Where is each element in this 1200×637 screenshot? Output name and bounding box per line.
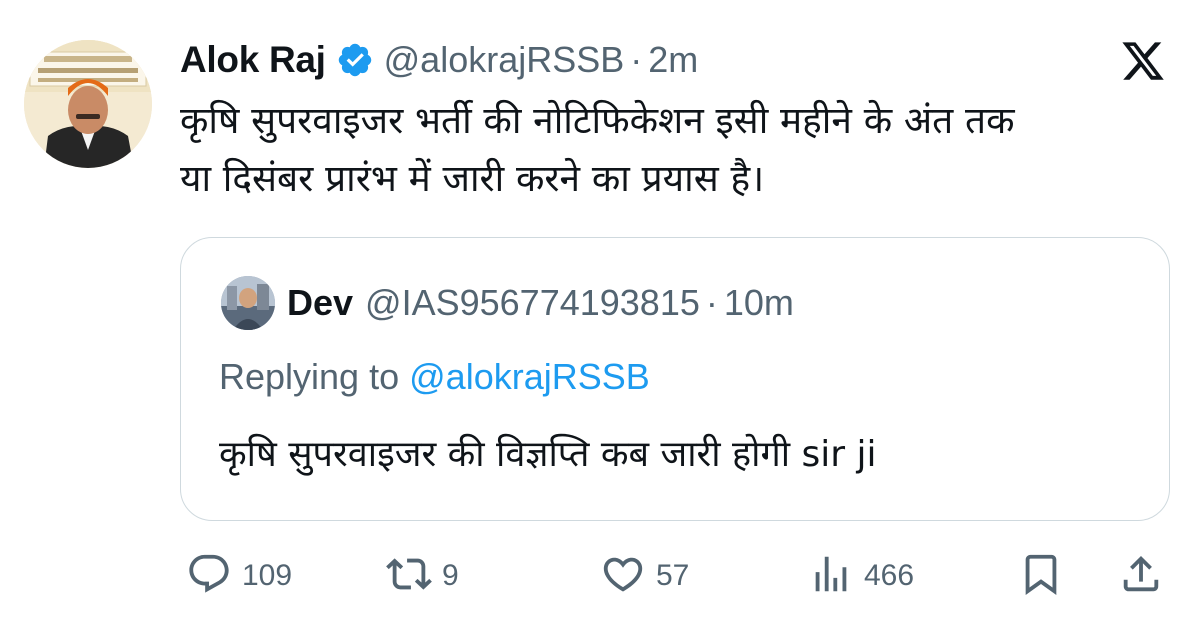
tweet-time[interactable]: 2m [648,39,698,81]
quoted-header: Dev @IAS956774193815 · 10m [287,276,794,330]
replying-handle-link[interactable]: @alokrajRSSB [409,356,650,397]
quoted-author-handle[interactable]: @IAS956774193815 [365,282,700,324]
tweet-header: Alok Raj @alokrajRSSB · 2m [180,28,698,92]
tweet-text-line: कृषि सुपरवाइजर भर्ती की नोटिफिकेशन इसी म… [180,99,1015,142]
author-name[interactable]: Alok Raj [180,39,326,81]
replying-to: Replying to @alokrajRSSB [219,356,650,398]
tweet-text-line: या दिसंबर प्रारंभ में जारी करने का प्रया… [180,157,765,200]
quoted-author-name[interactable]: Dev [287,282,353,324]
separator-dot: · [705,282,718,323]
reply-button[interactable]: 109 [186,548,292,604]
views-button[interactable]: 466 [808,548,914,604]
author-avatar[interactable] [24,40,152,168]
repost-icon [386,551,432,602]
verified-badge-icon [336,41,374,79]
reply-icon [186,551,232,602]
repost-button[interactable]: 9 [386,548,459,604]
like-button[interactable]: 57 [600,548,689,604]
quoted-tweet[interactable]: Dev @IAS956774193815 · 10m Replying to @… [180,237,1170,521]
replying-prefix: Replying to [219,356,400,397]
author-handle[interactable]: @alokrajRSSB [384,39,625,81]
tweet-text: कृषि सुपरवाइजर भर्ती की नोटिफिकेशन इसी म… [180,92,1170,208]
action-bar: 109 9 57 466 [0,548,1200,604]
x-logo-icon[interactable] [1118,38,1168,84]
quoted-text: कृषि सुपरवाइजर की विज्ञप्ति कब जारी होगी… [219,434,877,475]
share-button[interactable] [1118,548,1164,604]
repost-count: 9 [442,559,459,592]
quoted-time[interactable]: 10m [724,282,794,324]
like-count: 57 [656,559,690,592]
separator-dot: · [630,39,643,80]
bookmark-button[interactable] [1018,548,1064,604]
bookmark-icon [1018,551,1064,602]
heart-icon [600,551,646,602]
share-icon [1118,551,1164,602]
views-icon [808,551,854,602]
reply-count: 109 [242,559,293,592]
quoted-author-avatar[interactable] [221,276,275,330]
views-count: 466 [864,559,915,592]
